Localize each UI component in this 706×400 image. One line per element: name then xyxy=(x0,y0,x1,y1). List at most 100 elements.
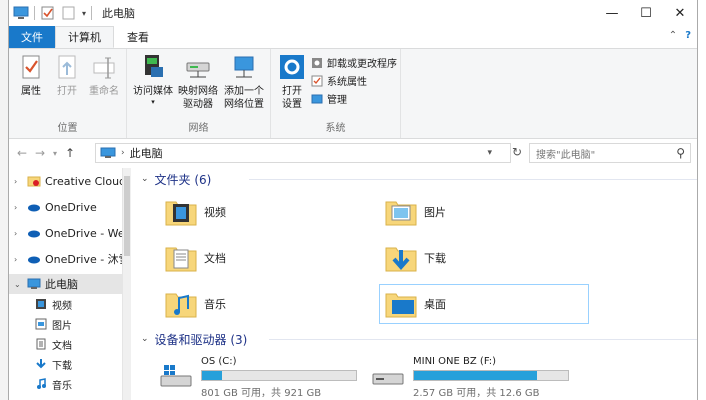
access-media-label: 访问媒体 xyxy=(133,86,173,97)
drive-size: 2.57 GB 可用，共 12.6 GB xyxy=(413,388,540,399)
uninstall-programs-button[interactable]: 卸载或更改程序 xyxy=(311,55,397,70)
minimize-button[interactable]: — xyxy=(595,0,629,26)
folder-pictures[interactable]: 图片 xyxy=(379,192,589,232)
properties-check-icon[interactable] xyxy=(40,6,56,20)
drive-size: 801 GB 可用，共 921 GB xyxy=(201,388,322,399)
recent-locations-chevron-icon[interactable]: ▾ xyxy=(49,149,61,158)
toolbar-separator xyxy=(34,6,35,20)
nav-sub-label: 音乐 xyxy=(52,380,72,392)
help-icon[interactable]: ? xyxy=(685,30,691,41)
refresh-icon[interactable]: ↻ xyxy=(512,145,528,159)
search-box[interactable]: 搜索"此电脑" ⚲ xyxy=(529,143,691,163)
folder-label: 下载 xyxy=(424,252,446,265)
collapse-ribbon-icon[interactable]: ⌃ xyxy=(669,30,677,41)
nav-item-onedrive-wen[interactable]: › OneDrive - Wen xyxy=(9,220,122,246)
collapse-chevron-icon[interactable]: ⌄ xyxy=(141,174,149,184)
drive-c[interactable]: OS (C:) 801 GB 可用，共 921 GB xyxy=(159,356,359,399)
system-properties-button[interactable]: 系统属性 xyxy=(311,73,397,88)
nav-item-creative-cloud[interactable]: › Creative Cloud 文 xyxy=(9,168,122,194)
toolbar-separator xyxy=(91,6,93,20)
dropdown-chevron-icon: ▾ xyxy=(151,98,155,106)
nav-label: OneDrive - Wen xyxy=(45,226,122,240)
folders-section-header[interactable]: ⌄ 文件夹 (6) xyxy=(139,168,697,190)
search-placeholder: 搜索"此电脑" xyxy=(536,149,596,161)
rename-icon xyxy=(93,57,115,79)
documents-folder-icon xyxy=(36,338,46,350)
media-server-icon xyxy=(145,55,163,77)
expand-chevron-icon[interactable]: › xyxy=(14,177,17,186)
ribbon-group-network: 访问媒体 ▾ 映射网络 驱动器 添加一个 网络位置 网络 xyxy=(127,49,271,138)
nav-label: OneDrive xyxy=(45,200,97,214)
nav-sub-label: 文档 xyxy=(52,340,72,352)
address-bar[interactable]: › 此电脑 ▾ ↻ xyxy=(95,143,522,163)
drive-name: OS (C:) xyxy=(201,356,237,367)
folder-documents[interactable]: 文档 xyxy=(159,238,369,278)
tab-file[interactable]: 文件 xyxy=(9,26,55,48)
nav-item-this-pc[interactable]: ⌄ 此电脑 xyxy=(9,274,122,294)
navigation-bar: ← → ▾ ↑ › 此电脑 ▾ ↻ 搜索"此电脑" ⚲ xyxy=(9,139,697,167)
folders-header-label: 文件夹 (6) xyxy=(154,172,212,187)
nav-item-onedrive[interactable]: › OneDrive xyxy=(9,194,122,220)
expand-chevron-icon[interactable]: › xyxy=(14,255,17,264)
collapse-chevron-icon[interactable]: ⌄ xyxy=(14,280,21,289)
window-title: 此电脑 xyxy=(102,7,136,20)
settings-gear-icon xyxy=(280,55,304,79)
tab-view[interactable]: 查看 xyxy=(114,26,162,48)
folder-downloads[interactable]: 下载 xyxy=(379,238,589,278)
computer-icon xyxy=(27,278,41,289)
expand-chevron-icon[interactable]: › xyxy=(14,203,17,212)
nav-label: OneDrive - 沐雪 xyxy=(45,253,123,266)
devices-header-label: 设备和驱动器 (3) xyxy=(154,332,248,347)
expand-chevron-icon[interactable]: › xyxy=(14,229,17,238)
address-dropdown-icon[interactable]: ▾ xyxy=(487,148,492,158)
nav-label: Creative Cloud 文 xyxy=(45,175,123,188)
drive-info: OS (C:) 801 GB 可用，共 921 GB xyxy=(201,356,357,399)
nav-sub-pictures[interactable]: 图片 xyxy=(9,314,122,334)
search-icon[interactable]: ⚲ xyxy=(676,146,685,160)
title-bar: ▾ 此电脑 — ☐ ✕ xyxy=(9,0,697,26)
forward-arrow-icon[interactable]: → xyxy=(31,146,49,160)
navigation-pane-scrollbar[interactable] xyxy=(123,168,131,400)
computer-icon xyxy=(13,6,29,19)
breadcrumb-this-pc[interactable]: 此电脑 xyxy=(130,145,163,161)
nav-sub-label: 视频 xyxy=(52,300,72,312)
up-arrow-icon[interactable]: ↑ xyxy=(61,146,79,160)
folder-music[interactable]: 音乐 xyxy=(159,284,369,324)
maximize-button[interactable]: ☐ xyxy=(629,0,663,26)
manage-label: 管理 xyxy=(327,95,347,106)
add-network-location-label: 添加一个 网络位置 xyxy=(224,86,264,110)
scrollbar-thumb[interactable] xyxy=(124,176,130,256)
new-folder-icon[interactable] xyxy=(61,6,77,20)
properties-icon xyxy=(22,55,40,79)
customize-toolbar-chevron-icon[interactable]: ▾ xyxy=(82,9,86,18)
pictures-folder-icon xyxy=(385,201,417,226)
video-folder-icon xyxy=(165,201,197,226)
tab-computer[interactable]: 计算机 xyxy=(55,26,114,48)
drive-f[interactable]: MINI ONE BZ (F:) 2.57 GB 可用，共 12.6 GB xyxy=(371,356,571,399)
nav-sub-documents[interactable]: 文档 xyxy=(9,334,122,354)
documents-folder-icon xyxy=(165,247,197,272)
nav-item-onedrive-muxue[interactable]: › OneDrive - 沐雪 xyxy=(9,246,122,272)
manage-button[interactable]: 管理 xyxy=(311,91,397,106)
rename-label: 重命名 xyxy=(89,86,119,97)
nav-sub-videos[interactable]: 视频 xyxy=(9,294,122,314)
system-group-label: 系统 xyxy=(325,123,346,134)
back-arrow-icon[interactable]: ← xyxy=(13,146,31,160)
content-pane: ⌄ 文件夹 (6) 视频 图片 文档 下载 音乐 桌面 ⌄ 设备和驱动器 (3)… xyxy=(139,168,697,400)
network-drive-icon xyxy=(186,62,210,78)
breadcrumb-separator-icon[interactable]: › xyxy=(121,148,125,158)
section-divider xyxy=(269,339,697,340)
ribbon-panel: 属性 打开 重命名 位置 访问媒体 ▾ 映射网络 驱动器 添加一个 网络位置 网… xyxy=(9,48,697,139)
ribbon-group-system: 打开 设置 卸载或更改程序 系统属性 管理 系统 xyxy=(271,49,401,138)
devices-section-header[interactable]: ⌄ 设备和驱动器 (3) xyxy=(139,328,697,350)
onedrive-cloud-icon xyxy=(28,230,40,238)
collapse-chevron-icon[interactable]: ⌄ xyxy=(141,334,149,344)
onedrive-cloud-icon xyxy=(28,204,40,212)
drive-usage-bar xyxy=(413,370,569,381)
folder-desktop[interactable]: 桌面 xyxy=(379,284,589,324)
nav-sub-downloads[interactable]: 下载 xyxy=(9,354,122,374)
close-button[interactable]: ✕ xyxy=(663,0,697,26)
nav-sub-music[interactable]: 音乐 xyxy=(9,374,122,394)
onedrive-cloud-icon xyxy=(28,256,40,264)
folder-videos[interactable]: 视频 xyxy=(159,192,369,232)
